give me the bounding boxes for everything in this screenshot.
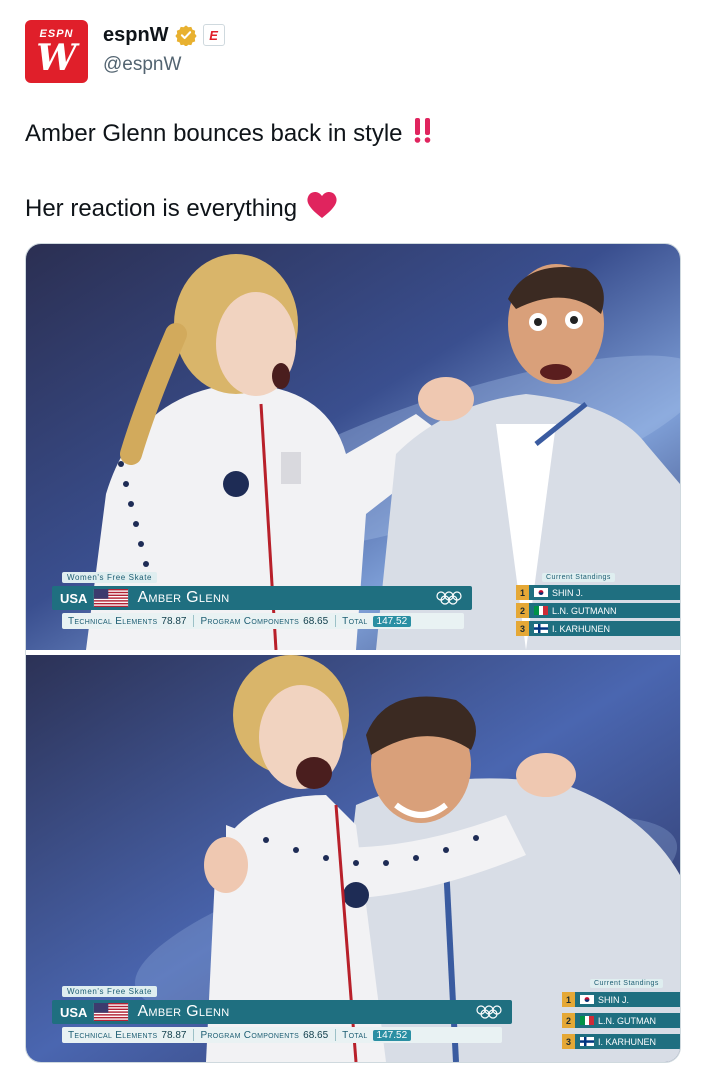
standings-rank: 3 [516, 621, 529, 636]
red-heart-icon [305, 190, 339, 228]
total-value: 147.52 [372, 615, 412, 627]
score-divider [193, 615, 195, 627]
total-label: Total [342, 615, 368, 627]
video-frame-2[interactable]: Women's Free Skate USA Amber Glenn Techn… [26, 655, 680, 1062]
total-value: 147.52 [372, 1029, 412, 1041]
standings-name: SHIN J. [598, 994, 630, 1005]
italy-flag-icon [580, 1016, 594, 1025]
skater-name: Amber Glenn [137, 589, 230, 606]
technical-label: Technical Elements [68, 615, 158, 627]
italy-flag-icon [534, 606, 548, 615]
standings-rank: 2 [562, 1013, 575, 1028]
standings-rank: 3 [562, 1034, 575, 1049]
usa-flag-icon [94, 589, 129, 607]
tweet-media[interactable]: Women's Free Skate USA Amber Glenn Techn… [25, 243, 681, 1063]
author-name-row: espnW E [103, 22, 225, 48]
skater-name-bar: USA Amber Glenn [52, 1000, 512, 1024]
technical-value: 78.87 [161, 1029, 187, 1041]
standings-row: 3 I. KARHUNEN [562, 1034, 680, 1049]
standings-name: SHIN J. [552, 587, 584, 598]
standings-rank: 1 [516, 585, 529, 600]
video-frame-1[interactable]: Women's Free Skate USA Amber Glenn Techn… [26, 244, 680, 650]
double-exclamation-icon [411, 115, 435, 153]
standings-row: 3 I. KARHUNEN [516, 621, 680, 636]
score-divider [193, 1029, 195, 1041]
score-bar: Technical Elements 78.87 Program Compone… [62, 1027, 502, 1043]
standings-name: I. KARHUNEN [552, 623, 611, 634]
account-avatar[interactable]: ESPN W [25, 20, 88, 83]
skater-name: Amber Glenn [137, 1003, 230, 1020]
score-bar: Technical Elements 78.87 Program Compone… [62, 613, 464, 629]
standings-row: 1 SHIN J. [562, 992, 680, 1007]
author-display-name[interactable]: espnW [103, 24, 169, 47]
standings-title: Current Standings [542, 573, 615, 582]
tweet-text-line-1: Amber Glenn bounces back in style [25, 115, 435, 153]
olympic-rings-icon [476, 1005, 502, 1019]
program-label: Program Components [200, 615, 300, 627]
country-code: USA [60, 590, 88, 606]
finland-flag-icon [534, 624, 548, 633]
technical-label: Technical Elements [68, 1029, 158, 1041]
standings-rank: 1 [562, 992, 575, 1007]
event-tag: Women's Free Skate [62, 986, 158, 997]
standings-row: 1 SHIN J. [516, 585, 680, 600]
finland-flag-icon [580, 1037, 594, 1046]
score-divider [335, 615, 337, 627]
author-handle[interactable]: @espnW [103, 54, 181, 76]
verified-gold-check-icon [174, 25, 197, 46]
olympic-rings-icon [436, 591, 462, 605]
usa-flag-icon [94, 1003, 129, 1021]
tweet-text-1: Amber Glenn bounces back in style [25, 120, 403, 147]
tweet-text-line-2: Her reaction is everything [25, 190, 339, 228]
total-label: Total [342, 1029, 368, 1041]
event-tag: Women's Free Skate [62, 572, 158, 583]
program-value: 68.65 [303, 1029, 329, 1041]
korea-flag-icon [534, 588, 548, 597]
korea-flag-icon [580, 995, 594, 1004]
avatar-w-mark: W [36, 37, 77, 79]
standings-row: 2 L.N. GUTMAN [562, 1013, 680, 1028]
standings-name: L.N. GUTMANN [552, 605, 617, 616]
standings-name: I. KARHUNEN [598, 1036, 657, 1047]
program-value: 68.65 [303, 615, 329, 627]
program-label: Program Components [200, 1029, 300, 1041]
affiliate-badge[interactable]: E [202, 24, 225, 46]
standings-row: 2 L.N. GUTMANN [516, 603, 680, 618]
skater-name-bar: USA Amber Glenn [52, 586, 472, 610]
tweet-text-2: Her reaction is everything [25, 195, 298, 222]
standings-title: Current Standings [590, 979, 663, 988]
country-code: USA [60, 1004, 88, 1020]
technical-value: 78.87 [161, 615, 187, 627]
standings-rank: 2 [516, 603, 529, 618]
score-divider [335, 1029, 337, 1041]
standings-name: L.N. GUTMAN [598, 1015, 657, 1026]
